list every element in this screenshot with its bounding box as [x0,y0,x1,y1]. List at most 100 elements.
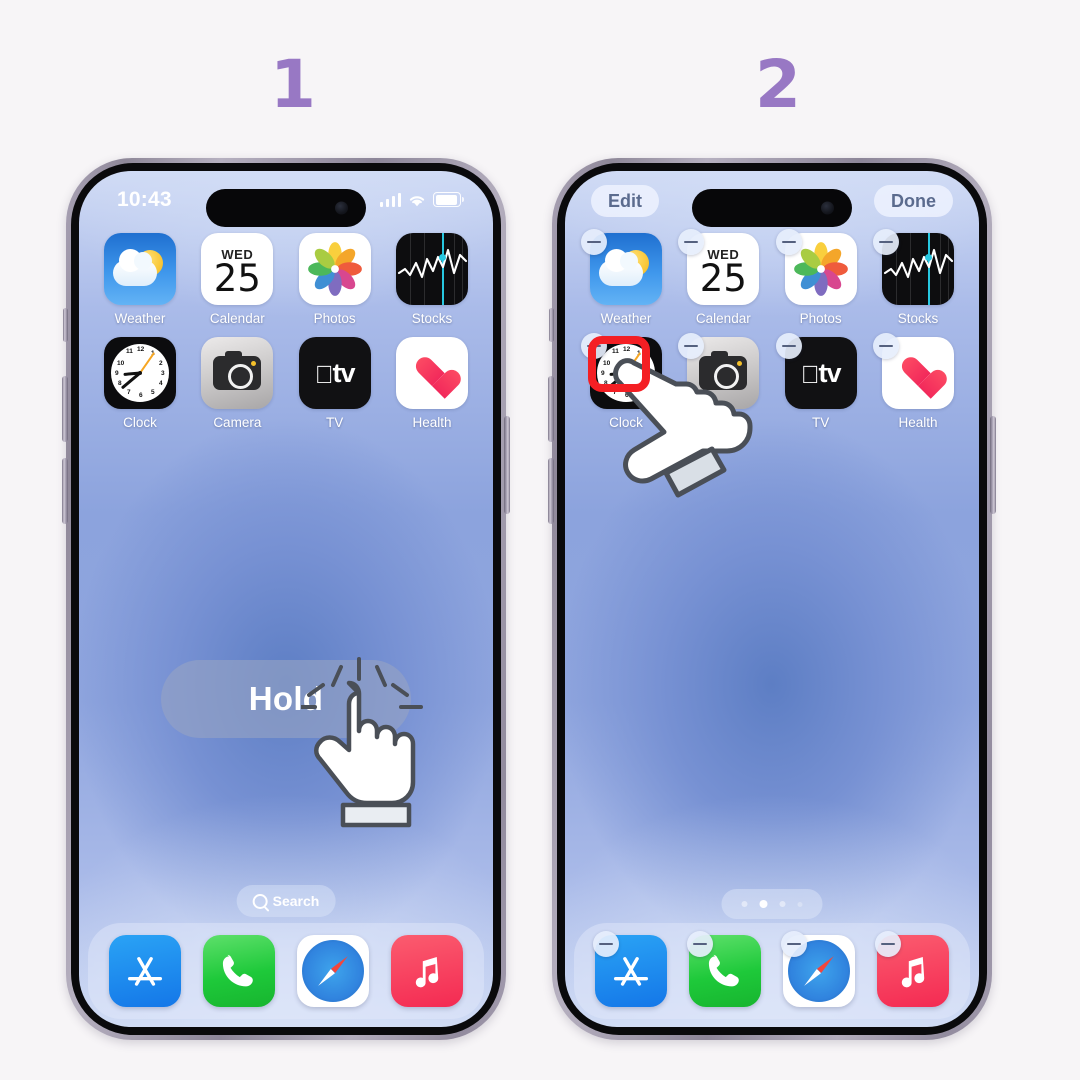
dock-item-app-store[interactable] [109,935,181,1007]
dock [88,923,484,1019]
remove-minus-badge[interactable] [687,931,713,957]
dock-item-phone[interactable] [687,931,761,1007]
volume-up-button[interactable] [548,376,554,442]
app-label: Weather [114,311,166,326]
silent-switch[interactable] [63,308,68,342]
remove-minus-badge[interactable] [775,333,802,359]
remove-minus-badge[interactable] [872,333,899,359]
power-button[interactable] [990,416,996,514]
health-icon [395,337,468,409]
app-icon-weather[interactable]: Weather [97,233,183,326]
home-screen-app-grid: Weather WED 25 Calendar Photos Stocks 12… [79,233,493,441]
app-label: Health [412,415,452,430]
app-label: Calendar [695,311,751,326]
safari-icon [297,935,369,1007]
page-dot [797,901,803,907]
app-icon-camera[interactable]: Camera [678,333,766,430]
app-label: TV [326,415,344,430]
dock-item-music[interactable] [391,935,463,1007]
app-icon-stocks[interactable]: Stocks [872,229,961,326]
phone-mockup-step-1: 10:43 Weather WED 25 Calendar Photos Sto… [62,158,510,1040]
dock-item-safari[interactable] [297,935,369,1007]
remove-minus-badge[interactable] [875,931,901,957]
dock-item-safari[interactable] [781,931,855,1007]
search-icon [252,893,268,909]
app-label: Clock [609,415,643,430]
dock-item-music[interactable] [875,931,949,1007]
camera-icon [201,337,274,409]
app-row: Weather WED 25 Calendar Photos Stocks [97,233,475,326]
search-label: Search [272,893,320,909]
volume-down-button[interactable] [548,458,554,524]
app-icon-clock[interactable]: 12 1 2 3 4 5 6 7 8 9 10 11 Clock [97,337,183,430]
app-label: Camera [213,415,262,430]
power-button[interactable] [504,416,510,514]
phone-mockup-step-2: Edit Done Weather WED 25 Calendar Photos… [548,158,996,1040]
phone-icon [203,935,275,1007]
done-button[interactable]: Done [874,185,953,217]
app-row: Weather WED 25 Calendar Photos Stocks [581,229,961,326]
app-label: Stocks [897,311,939,326]
volume-up-button[interactable] [62,376,68,442]
dock-item-phone[interactable] [203,935,275,1007]
remove-minus-badge[interactable] [581,229,607,255]
status-clock: 10:43 [117,188,172,211]
app-label: TV [812,415,830,430]
calendar-icon: WED 25 [201,233,274,305]
app-icon-camera[interactable]: Camera [194,337,280,430]
clock-icon: 12 1 2 3 4 5 6 7 8 9 10 11 [104,337,176,409]
wifi-icon [408,193,426,207]
step-number-1: 1 [270,46,316,123]
app-icon-tv[interactable]: tv TV [292,337,378,430]
phone-screen-step-2: Edit Done Weather WED 25 Calendar Photos… [565,171,979,1027]
hold-label: Hold [248,680,324,717]
app-label: Photos [313,311,356,326]
music-icon [391,935,463,1007]
app-label: Health [898,415,938,430]
dynamic-island [692,189,852,227]
app-icon-health[interactable]: Health [872,333,961,430]
photos-icon [298,233,371,305]
edit-button[interactable]: Edit [591,185,659,217]
remove-minus-badge[interactable] [593,931,619,957]
dock [574,923,970,1019]
dynamic-island [206,189,366,227]
front-camera-icon [335,201,348,215]
battery-icon [433,192,464,207]
search-pill[interactable]: Search [236,885,336,917]
remove-minus-badge[interactable] [781,931,807,957]
app-icon-tv[interactable]: tv TV [775,333,864,430]
stocks-icon [395,233,468,305]
tutorial-canvas: 1 2 10:43 Weather WED 25 Calendar Photos… [0,0,1080,1080]
remove-minus-badge[interactable] [872,229,899,255]
app-label: Photos [799,311,842,326]
page-dot-active [759,900,768,908]
step-number-2: 2 [755,46,801,123]
red-highlight-box [588,336,650,392]
app-icon-health[interactable]: Health [389,337,475,430]
volume-down-button[interactable] [62,458,68,524]
app-icon-calendar[interactable]: WED 25 Calendar [194,233,280,326]
app-store-icon [109,935,181,1007]
app-row: 12 1 2 3 4 5 6 7 8 9 10 11 Clock Camera … [97,337,475,430]
app-icon-calendar[interactable]: WED 25 Calendar [678,229,766,326]
dock-item-app-store[interactable] [593,931,667,1007]
tv-icon: tv [298,337,371,409]
silent-switch[interactable] [549,308,554,342]
page-dot [779,901,786,907]
app-icon-photos[interactable]: Photos [775,229,864,326]
remove-minus-badge[interactable] [775,229,802,255]
app-label: Camera [699,415,748,430]
app-icon-weather[interactable]: Weather [581,229,669,326]
page-dot [741,901,748,907]
page-dots-indicator[interactable] [721,889,823,919]
app-icon-photos[interactable]: Photos [292,233,378,326]
app-label: Calendar [209,311,265,326]
hold-gesture-button[interactable]: Hold [161,660,411,738]
app-label: Clock [123,415,157,430]
status-indicators [379,192,464,207]
cellular-bars-icon [379,193,401,207]
app-label: Stocks [411,311,453,326]
app-label: Weather [600,311,652,326]
app-icon-stocks[interactable]: Stocks [389,233,475,326]
